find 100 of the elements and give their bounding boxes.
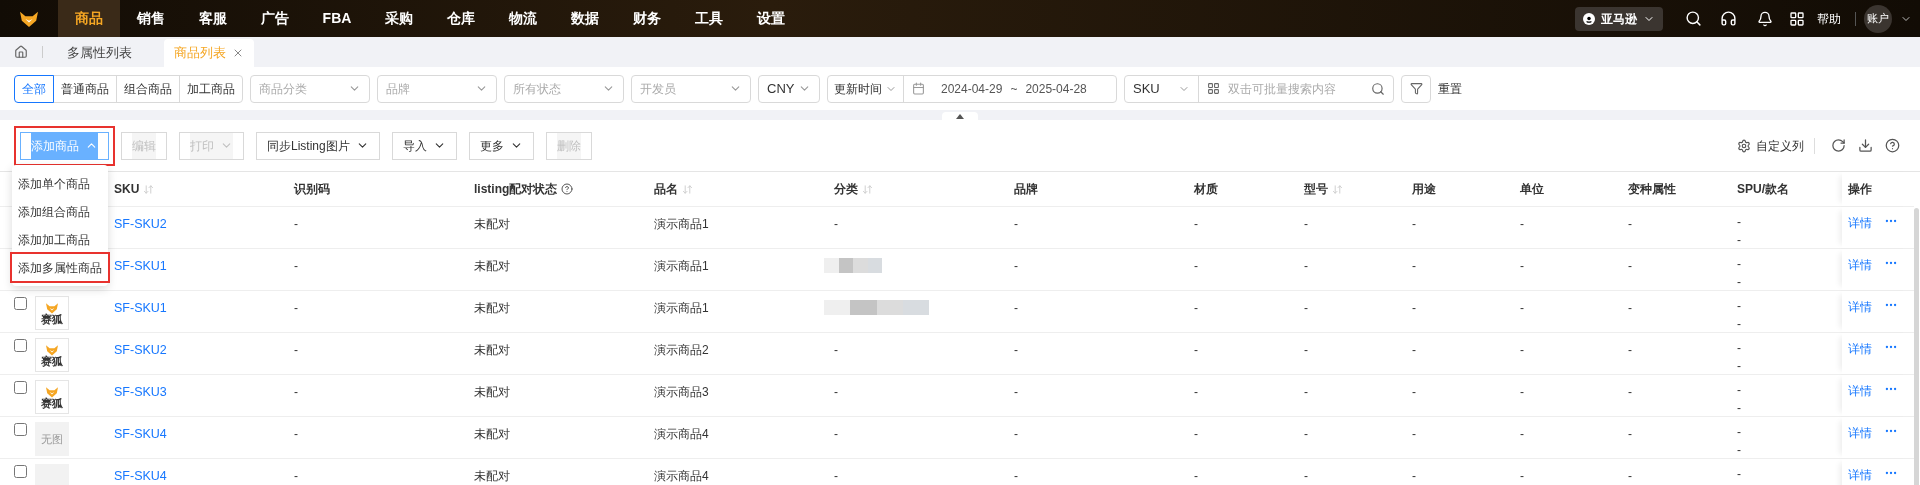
row-checkbox[interactable]: [14, 381, 27, 394]
nav-item[interactable]: 仓库: [430, 0, 492, 37]
table-cell: -: [1412, 427, 1416, 441]
detail-link[interactable]: 详情: [1848, 298, 1872, 316]
nav-item[interactable]: 广告: [244, 0, 306, 37]
currency-select[interactable]: CNY: [758, 74, 820, 103]
table-cell: -: [1412, 385, 1416, 399]
column-header: 识别码: [294, 181, 330, 198]
nav-item[interactable]: 销售: [120, 0, 182, 37]
nav-item[interactable]: 工具: [678, 0, 740, 37]
customize-columns-button[interactable]: 自定义列: [1737, 136, 1804, 155]
menu-item[interactable]: 添加加工商品: [12, 226, 108, 253]
table-cell-text: -: [1737, 299, 1742, 313]
menu-item[interactable]: 添加多属性商品: [12, 254, 108, 281]
date-start[interactable]: 2024-04-29: [941, 79, 1003, 98]
table-cell: -: [1628, 385, 1632, 399]
up-triangle-icon: [956, 113, 964, 119]
search-field-select[interactable]: SKU: [1125, 75, 1199, 102]
close-icon[interactable]: [232, 47, 244, 59]
detail-link[interactable]: 详情: [1848, 424, 1872, 442]
table-cell: -: [1194, 343, 1198, 357]
type-filter-tab[interactable]: 加工商品: [179, 74, 243, 103]
detail-link[interactable]: 详情: [1848, 340, 1872, 358]
collapse-handle[interactable]: [942, 112, 978, 120]
table-cell-text: -: [1737, 401, 1742, 415]
row-checkbox[interactable]: [14, 339, 27, 352]
calendar-icon: [912, 82, 925, 95]
help-icon[interactable]: [561, 183, 574, 195]
table-cell: -: [1014, 343, 1018, 357]
table-cell-text: -: [1737, 383, 1742, 397]
type-filter-tab[interactable]: 全部: [14, 74, 54, 103]
account-avatar[interactable]: 账户: [1864, 4, 1892, 33]
table-cell: -: [834, 469, 838, 483]
reset-button[interactable]: 重置: [1438, 79, 1462, 98]
table-cell: -: [1194, 259, 1198, 273]
search-field[interactable]: SKU 双击可批量搜索内容: [1124, 74, 1394, 103]
sku-link[interactable]: SF-SKU1: [114, 301, 167, 315]
home-icon[interactable]: [14, 45, 28, 59]
scrollbar[interactable]: [1914, 208, 1919, 485]
table-cell: -: [834, 343, 838, 357]
refresh-icon[interactable]: [1831, 138, 1846, 153]
sku-link[interactable]: SF-SKU1: [114, 259, 167, 273]
sku-link[interactable]: SF-SKU4: [114, 469, 167, 483]
table-cell: -: [1304, 469, 1308, 483]
page-tab[interactable]: 多属性列表: [57, 39, 142, 67]
type-filter-tab[interactable]: 普通商品: [53, 74, 117, 103]
menu-item[interactable]: 添加单个商品: [12, 170, 108, 197]
sku-link[interactable]: SF-SKU2: [114, 217, 167, 231]
detail-link[interactable]: 详情: [1848, 214, 1872, 232]
filter-button[interactable]: [1401, 74, 1431, 103]
table-cell: 未配对: [474, 385, 510, 399]
table-cell: -: [1194, 217, 1198, 231]
nav-item[interactable]: 财务: [616, 0, 678, 37]
nav-item[interactable]: 商品: [58, 0, 120, 37]
detail-link[interactable]: 详情: [1848, 382, 1872, 400]
nav-item[interactable]: 设置: [740, 0, 802, 37]
headset-icon[interactable]: [1720, 10, 1737, 27]
column-header: 分类: [834, 181, 858, 198]
table-cell-text: -: [1737, 257, 1742, 271]
nav-item[interactable]: 客服: [182, 0, 244, 37]
row-checkbox[interactable]: [14, 423, 27, 436]
image-label: 赛狐: [41, 313, 63, 325]
batch-grid-icon[interactable]: [1207, 82, 1220, 95]
table-cell: -: [1304, 301, 1308, 315]
sku-link[interactable]: SF-SKU2: [114, 343, 167, 357]
table-cell: -: [1520, 385, 1524, 399]
table-cell: -: [294, 469, 298, 483]
nav-item[interactable]: FBA: [306, 0, 368, 37]
detail-link[interactable]: 详情: [1848, 466, 1872, 484]
column-header: 品牌: [1014, 181, 1038, 198]
fox-logo-icon: [44, 343, 60, 356]
download-icon[interactable]: [1858, 138, 1873, 153]
sku-link[interactable]: SF-SKU3: [114, 385, 167, 399]
table-cell: 未配对: [474, 343, 510, 357]
nav-item[interactable]: 物流: [492, 0, 554, 37]
detail-link[interactable]: 详情: [1848, 256, 1872, 274]
column-header: SKU: [114, 181, 140, 198]
help-link[interactable]: 帮助: [1817, 9, 1841, 28]
sku-link[interactable]: SF-SKU4: [114, 427, 167, 441]
row-checkbox[interactable]: [14, 297, 27, 310]
search-icon[interactable]: [1685, 10, 1702, 27]
menu-item[interactable]: 添加组合商品: [12, 198, 108, 225]
nav-item[interactable]: 数据: [554, 0, 616, 37]
image-label: 赛狐: [41, 397, 63, 409]
column-header: 单位: [1520, 181, 1544, 198]
date-end[interactable]: 2025-04-28: [1025, 79, 1087, 98]
nav-item[interactable]: 采购: [368, 0, 430, 37]
table-cell: 演示商品1: [654, 217, 709, 231]
column-header: 型号: [1304, 181, 1328, 198]
marketplace-selector[interactable]: 亚马逊: [1575, 6, 1663, 31]
bell-icon[interactable]: [1757, 10, 1773, 27]
table-cell-text: -: [1737, 275, 1742, 289]
row-checkbox[interactable]: [14, 465, 27, 478]
table-cell: 未配对: [474, 427, 510, 441]
column-header: 品名: [654, 181, 678, 198]
apps-grid-icon[interactable]: [1789, 10, 1805, 27]
date-field-select[interactable]: 更新时间: [828, 75, 904, 102]
type-filter-tab[interactable]: 组合商品: [116, 74, 180, 103]
help-icon[interactable]: [1885, 138, 1900, 153]
table-cell: -: [294, 343, 298, 357]
